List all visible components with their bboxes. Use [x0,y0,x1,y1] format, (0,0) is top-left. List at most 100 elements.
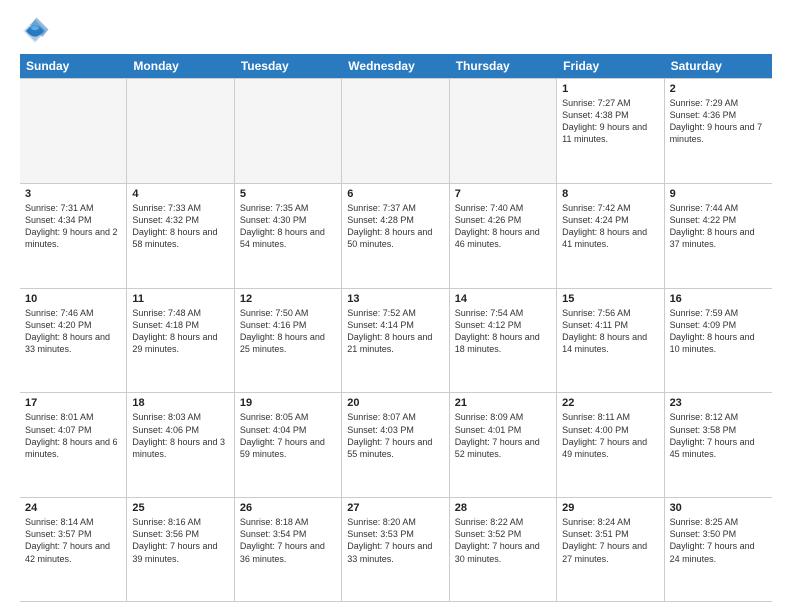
cell-info: Sunrise: 8:25 AM Sunset: 3:50 PM Dayligh… [670,516,767,565]
calendar-body: 1 Sunrise: 7:27 AM Sunset: 4:38 PM Daylig… [20,78,772,602]
cell-info: Sunrise: 7:52 AM Sunset: 4:14 PM Dayligh… [347,307,443,356]
cell-info: Sunrise: 8:05 AM Sunset: 4:04 PM Dayligh… [240,411,336,460]
day-number: 30 [670,502,767,514]
day-number: 18 [132,397,228,409]
calendar-cell: 20 Sunrise: 8:07 AM Sunset: 4:03 PM Dayli… [342,393,449,497]
cell-info: Sunrise: 8:22 AM Sunset: 3:52 PM Dayligh… [455,516,551,565]
cell-info: Sunrise: 7:35 AM Sunset: 4:30 PM Dayligh… [240,202,336,251]
calendar-cell: 27 Sunrise: 8:20 AM Sunset: 3:53 PM Dayli… [342,498,449,601]
cell-info: Sunrise: 8:16 AM Sunset: 3:56 PM Dayligh… [132,516,228,565]
cell-info: Sunrise: 7:31 AM Sunset: 4:34 PM Dayligh… [25,202,121,251]
cell-info: Sunrise: 7:44 AM Sunset: 4:22 PM Dayligh… [670,202,767,251]
calendar-cell: 25 Sunrise: 8:16 AM Sunset: 3:56 PM Dayli… [127,498,234,601]
calendar-cell: 30 Sunrise: 8:25 AM Sunset: 3:50 PM Dayli… [665,498,772,601]
calendar-cell: 19 Sunrise: 8:05 AM Sunset: 4:04 PM Dayli… [235,393,342,497]
header-tuesday: Tuesday [235,54,342,78]
cell-info: Sunrise: 8:24 AM Sunset: 3:51 PM Dayligh… [562,516,658,565]
calendar-cell: 15 Sunrise: 7:56 AM Sunset: 4:11 PM Dayli… [557,289,664,393]
cell-info: Sunrise: 7:33 AM Sunset: 4:32 PM Dayligh… [132,202,228,251]
cell-info: Sunrise: 7:54 AM Sunset: 4:12 PM Dayligh… [455,307,551,356]
day-number: 22 [562,397,658,409]
cell-info: Sunrise: 8:03 AM Sunset: 4:06 PM Dayligh… [132,411,228,460]
day-number: 8 [562,188,658,200]
calendar-cell: 24Sunrise: 8:14 AM Sunset: 3:57 PM Dayli… [20,498,127,601]
calendar-cell: 23 Sunrise: 8:12 AM Sunset: 3:58 PM Dayli… [665,393,772,497]
day-number: 15 [562,293,658,305]
calendar-cell: 13 Sunrise: 7:52 AM Sunset: 4:14 PM Dayli… [342,289,449,393]
calendar-cell: 16Sunrise: 7:59 AM Sunset: 4:09 PM Dayli… [665,289,772,393]
header-monday: Monday [127,54,234,78]
calendar-cell: 1 Sunrise: 7:27 AM Sunset: 4:38 PM Daylig… [557,79,664,183]
cell-info: Sunrise: 8:11 AM Sunset: 4:00 PM Dayligh… [562,411,658,460]
calendar-week-2: 3 Sunrise: 7:31 AM Sunset: 4:34 PM Daylig… [20,183,772,288]
calendar-cell [450,79,557,183]
calendar-cell [342,79,449,183]
day-number: 29 [562,502,658,514]
day-number: 12 [240,293,336,305]
cell-info: Sunrise: 7:42 AM Sunset: 4:24 PM Dayligh… [562,202,658,251]
calendar-cell: 2 Sunrise: 7:29 AM Sunset: 4:36 PM Daylig… [665,79,772,183]
cell-info: Sunrise: 8:09 AM Sunset: 4:01 PM Dayligh… [455,411,551,460]
day-number: 25 [132,502,228,514]
calendar-cell: 18 Sunrise: 8:03 AM Sunset: 4:06 PM Dayli… [127,393,234,497]
day-number: 23 [670,397,767,409]
day-number: 2 [670,83,767,95]
cell-info: Sunrise: 7:27 AM Sunset: 4:38 PM Dayligh… [562,97,658,146]
day-number: 27 [347,502,443,514]
day-number: 13 [347,293,443,305]
day-number: 28 [455,502,551,514]
day-number: 10 [25,293,121,305]
page-header [20,16,772,46]
day-number: 17 [25,397,121,409]
calendar-week-3: 10 Sunrise: 7:46 AM Sunset: 4:20 PM Dayli… [20,288,772,393]
day-number: 7 [455,188,551,200]
cell-info: Sunrise: 7:46 AM Sunset: 4:20 PM Dayligh… [25,307,121,356]
calendar-cell: 8 Sunrise: 7:42 AM Sunset: 4:24 PM Daylig… [557,184,664,288]
calendar-cell: 17 Sunrise: 8:01 AM Sunset: 4:07 PM Dayli… [20,393,127,497]
calendar-week-4: 17 Sunrise: 8:01 AM Sunset: 4:07 PM Dayli… [20,392,772,497]
calendar-week-1: 1 Sunrise: 7:27 AM Sunset: 4:38 PM Daylig… [20,78,772,183]
calendar-week-5: 24Sunrise: 8:14 AM Sunset: 3:57 PM Dayli… [20,497,772,602]
header-friday: Friday [557,54,664,78]
calendar-cell: 3 Sunrise: 7:31 AM Sunset: 4:34 PM Daylig… [20,184,127,288]
cell-info: Sunrise: 8:01 AM Sunset: 4:07 PM Dayligh… [25,411,121,460]
header-wednesday: Wednesday [342,54,449,78]
day-number: 6 [347,188,443,200]
calendar-cell: 6Sunrise: 7:37 AM Sunset: 4:28 PM Daylig… [342,184,449,288]
calendar-cell: 7Sunrise: 7:40 AM Sunset: 4:26 PM Daylig… [450,184,557,288]
day-number: 1 [562,83,658,95]
calendar-cell: 11Sunrise: 7:48 AM Sunset: 4:18 PM Dayli… [127,289,234,393]
day-number: 21 [455,397,551,409]
calendar-cell: 26 Sunrise: 8:18 AM Sunset: 3:54 PM Dayli… [235,498,342,601]
calendar-cell: 29 Sunrise: 8:24 AM Sunset: 3:51 PM Dayli… [557,498,664,601]
calendar-cell: 5 Sunrise: 7:35 AM Sunset: 4:30 PM Daylig… [235,184,342,288]
calendar-cell: 9 Sunrise: 7:44 AM Sunset: 4:22 PM Daylig… [665,184,772,288]
cell-info: Sunrise: 8:20 AM Sunset: 3:53 PM Dayligh… [347,516,443,565]
calendar-cell [20,79,127,183]
day-number: 9 [670,188,767,200]
calendar-cell: 12Sunrise: 7:50 AM Sunset: 4:16 PM Dayli… [235,289,342,393]
calendar-cell: 22 Sunrise: 8:11 AM Sunset: 4:00 PM Dayli… [557,393,664,497]
calendar-cell: 28 Sunrise: 8:22 AM Sunset: 3:52 PM Dayli… [450,498,557,601]
cell-info: Sunrise: 7:56 AM Sunset: 4:11 PM Dayligh… [562,307,658,356]
cell-info: Sunrise: 8:12 AM Sunset: 3:58 PM Dayligh… [670,411,767,460]
cell-info: Sunrise: 7:48 AM Sunset: 4:18 PM Dayligh… [132,307,228,356]
day-number: 19 [240,397,336,409]
calendar-cell: 21 Sunrise: 8:09 AM Sunset: 4:01 PM Dayli… [450,393,557,497]
day-number: 5 [240,188,336,200]
day-number: 4 [132,188,228,200]
calendar: Sunday Monday Tuesday Wednesday Thursday… [20,54,772,602]
day-number: 14 [455,293,551,305]
cell-info: Sunrise: 8:18 AM Sunset: 3:54 PM Dayligh… [240,516,336,565]
cell-info: Sunrise: 7:29 AM Sunset: 4:36 PM Dayligh… [670,97,767,146]
day-number: 3 [25,188,121,200]
calendar-cell [235,79,342,183]
cell-info: Sunrise: 8:07 AM Sunset: 4:03 PM Dayligh… [347,411,443,460]
day-number: 20 [347,397,443,409]
calendar-header: Sunday Monday Tuesday Wednesday Thursday… [20,54,772,78]
cell-info: Sunrise: 7:59 AM Sunset: 4:09 PM Dayligh… [670,307,767,356]
calendar-cell [127,79,234,183]
day-number: 24 [25,502,121,514]
day-number: 26 [240,502,336,514]
header-saturday: Saturday [665,54,772,78]
